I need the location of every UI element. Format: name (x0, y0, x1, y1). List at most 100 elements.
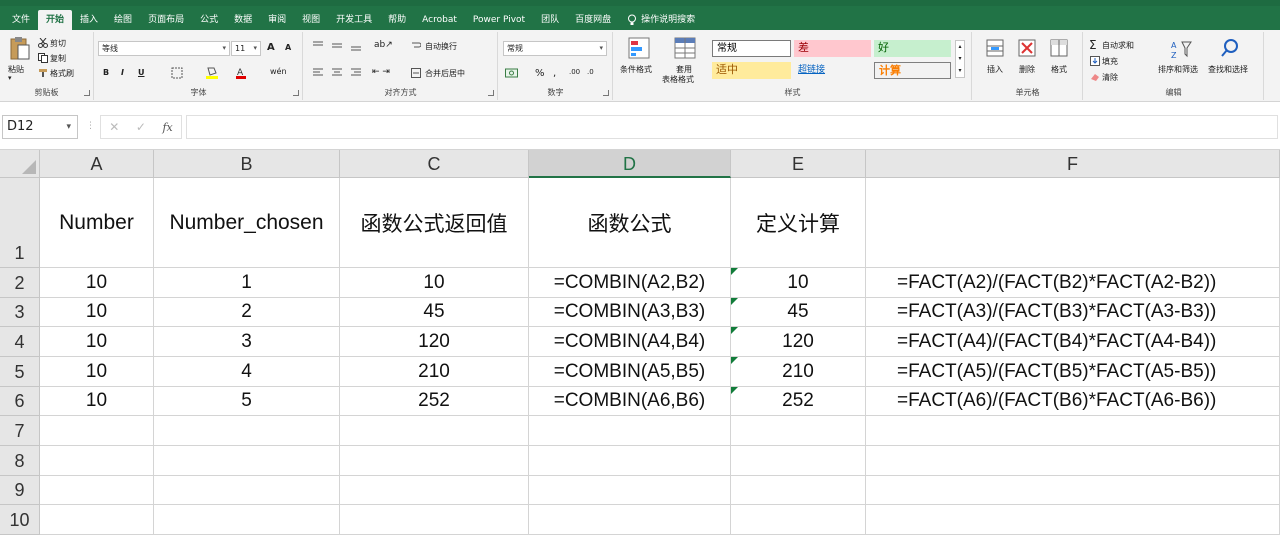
tab-insert[interactable]: 插入 (72, 10, 106, 30)
tab-draw[interactable]: 绘图 (106, 10, 140, 30)
cell-c8[interactable] (340, 446, 529, 476)
copy-button[interactable]: 复制 (50, 53, 66, 64)
row-header-3[interactable]: 3 (0, 298, 40, 327)
tab-home[interactable]: 开始 (38, 10, 73, 30)
row-header-4[interactable]: 4 (0, 327, 40, 357)
wrap-text-button[interactable]: 自动换行 (425, 41, 457, 52)
tell-me-search[interactable]: 操作说明搜索 (619, 10, 703, 30)
tab-data[interactable]: 数据 (226, 10, 260, 30)
paste-dropdown-icon[interactable]: ▾ (8, 74, 12, 82)
cell-b7[interactable] (154, 416, 340, 446)
conditional-formatting-button[interactable]: 条件格式 (620, 64, 652, 75)
cell-d7[interactable] (529, 416, 731, 446)
tab-formulas[interactable]: 公式 (192, 10, 226, 30)
cell-f1[interactable] (866, 178, 1280, 268)
cell-c10[interactable] (340, 505, 529, 535)
find-select-button[interactable]: 查找和选择 (1208, 64, 1248, 75)
cell-f4[interactable]: =FACT(A4)/(FACT(B4)*FACT(A4-B4)) (866, 327, 1280, 357)
formula-input[interactable] (186, 115, 1278, 139)
cell-a5[interactable]: 10 (40, 357, 154, 387)
cell-a2[interactable]: 10 (40, 268, 154, 298)
cell-c3[interactable]: 45 (340, 298, 529, 327)
column-header-c[interactable]: C (340, 150, 529, 178)
cell-a4[interactable]: 10 (40, 327, 154, 357)
italic-button[interactable]: I (121, 68, 124, 77)
fill-button[interactable]: 填充 (1102, 56, 1118, 67)
cell-a3[interactable]: 10 (40, 298, 154, 327)
cell-e1[interactable]: 定义计算 (731, 178, 866, 268)
cell-d9[interactable] (529, 476, 731, 505)
row-header-1[interactable]: 1 (0, 178, 40, 268)
number-launcher[interactable] (603, 90, 609, 96)
row-header-7[interactable]: 7 (0, 416, 40, 446)
tab-review[interactable]: 审阅 (260, 10, 294, 30)
cell-b6[interactable]: 5 (154, 387, 340, 416)
style-bad[interactable]: 差 (794, 40, 871, 57)
cell-f9[interactable] (866, 476, 1280, 505)
cell-e4[interactable]: 120 (731, 327, 866, 357)
column-header-e[interactable]: E (731, 150, 866, 178)
tab-developer[interactable]: 开发工具 (328, 10, 380, 30)
number-format-combo[interactable]: 常规 ▾ (503, 41, 607, 56)
grow-font-button[interactable]: A (267, 42, 275, 53)
select-all-button[interactable] (0, 150, 40, 178)
row-header-6[interactable]: 6 (0, 387, 40, 416)
styles-scroll[interactable]: ▴ ▾ ▾ (955, 40, 965, 78)
style-good[interactable]: 好 (874, 40, 951, 57)
cell-e6[interactable]: 252 (731, 387, 866, 416)
font-name-combo[interactable]: 等线 ▾ (98, 41, 230, 56)
cell-c5[interactable]: 210 (340, 357, 529, 387)
column-header-b[interactable]: B (154, 150, 340, 178)
tab-team[interactable]: 团队 (533, 10, 567, 30)
name-box[interactable]: D12 ▾ (2, 115, 78, 139)
format-button[interactable]: 格式 (1051, 64, 1067, 75)
row-header-10[interactable]: 10 (0, 505, 40, 535)
cell-a7[interactable] (40, 416, 154, 446)
border-icon[interactable] (171, 67, 183, 79)
cell-d1[interactable]: 函数公式 (529, 178, 731, 268)
formula-bar-splitter[interactable]: ⋮ (86, 121, 95, 131)
cell-b1[interactable]: Number_chosen (154, 178, 340, 268)
row-header-2[interactable]: 2 (0, 268, 40, 298)
cell-a8[interactable] (40, 446, 154, 476)
delete-button[interactable]: 删除 (1019, 64, 1035, 75)
cell-f8[interactable] (866, 446, 1280, 476)
style-hyperlink[interactable]: 超链接 (794, 62, 871, 79)
cell-f7[interactable] (866, 416, 1280, 446)
cell-d3[interactable]: =COMBIN(A3,B3) (529, 298, 731, 327)
cell-e9[interactable] (731, 476, 866, 505)
percent-button[interactable]: % (535, 68, 545, 79)
cell-c6[interactable]: 252 (340, 387, 529, 416)
cell-f6[interactable]: =FACT(A6)/(FACT(B6)*FACT(A6-B6)) (866, 387, 1280, 416)
cell-e10[interactable] (731, 505, 866, 535)
increase-decimal-button[interactable]: .00 (569, 68, 580, 76)
indent-icons[interactable]: ⇤ ⇥ (372, 67, 390, 77)
cell-d6[interactable]: =COMBIN(A6,B6) (529, 387, 731, 416)
cell-b4[interactable]: 3 (154, 327, 340, 357)
insert-function-button[interactable]: fx (162, 121, 172, 134)
tab-file[interactable]: 文件 (4, 10, 38, 30)
cancel-icon[interactable]: ✕ (109, 120, 119, 134)
tab-help[interactable]: 帮助 (380, 10, 414, 30)
bold-button[interactable]: B (103, 68, 109, 77)
style-normal[interactable]: 常规 (712, 40, 791, 57)
tab-power-pivot[interactable]: Power Pivot (465, 10, 533, 30)
cell-c4[interactable]: 120 (340, 327, 529, 357)
cell-e2[interactable]: 10 (731, 268, 866, 298)
cell-e8[interactable] (731, 446, 866, 476)
row-header-8[interactable]: 8 (0, 446, 40, 476)
underline-button[interactable]: U (138, 68, 145, 77)
decrease-decimal-button[interactable]: .0 (587, 68, 594, 76)
fill-color-icon[interactable] (205, 66, 219, 79)
cell-c1[interactable]: 函数公式返回值 (340, 178, 529, 268)
currency-icon[interactable] (505, 67, 519, 79)
font-size-combo[interactable]: 11 ▾ (231, 41, 261, 56)
tab-acrobat[interactable]: Acrobat (414, 10, 465, 30)
clipboard-launcher[interactable] (84, 90, 90, 96)
cell-b8[interactable] (154, 446, 340, 476)
sort-filter-button[interactable]: 排序和筛选 (1158, 64, 1198, 75)
insert-button[interactable]: 插入 (987, 64, 1003, 75)
phonetic-button[interactable]: wén (270, 67, 287, 76)
cell-b5[interactable]: 4 (154, 357, 340, 387)
comma-button[interactable]: , (553, 68, 556, 79)
